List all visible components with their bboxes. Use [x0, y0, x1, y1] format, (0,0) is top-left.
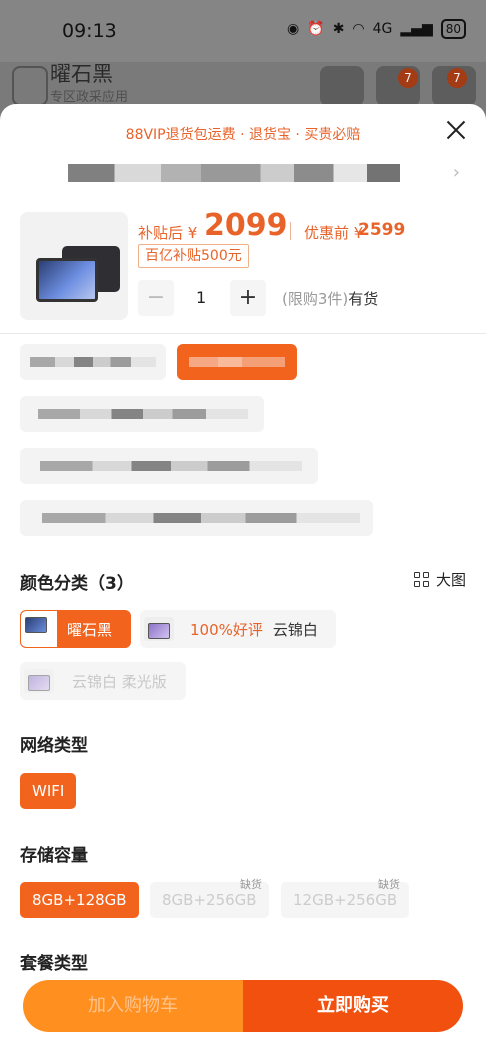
big-picture-toggle[interactable]: 大图	[413, 569, 466, 590]
redacted-text	[38, 409, 248, 419]
package-section-title: 套餐类型	[20, 954, 88, 974]
address-row[interactable]	[68, 164, 400, 182]
quantity-minus-button[interactable]: −	[138, 280, 174, 316]
more-badge: 7	[447, 68, 467, 88]
network-option-wifi[interactable]: WIFI	[20, 773, 77, 809]
redacted-option[interactable]	[20, 448, 318, 484]
background-subtitle: 专区政采应用	[50, 90, 129, 105]
bluetooth-icon: ✱	[332, 21, 345, 37]
original-price-value: 2599	[358, 220, 406, 240]
status-time: 09:13	[62, 20, 117, 42]
close-icon[interactable]	[444, 118, 468, 142]
color-option-label: 云锦白 柔光版	[72, 672, 167, 691]
out-of-stock-tag: 缺货	[378, 878, 400, 891]
color-option-label: 云锦白	[272, 620, 318, 639]
redacted-option[interactable]	[20, 500, 373, 536]
buy-now-button[interactable]: 立即购买	[243, 980, 463, 1032]
price-label: 补贴后 ¥	[138, 224, 198, 242]
redacted-option-selected[interactable]	[177, 344, 297, 380]
alarm-icon: ⏰	[307, 21, 325, 37]
big-picture-label: 大图	[435, 571, 466, 589]
color-section-title: 颜色分类（3）	[20, 574, 134, 594]
storage-option-8-128[interactable]: 8GB+128GB	[20, 882, 139, 918]
subsidy-tag: 百亿补贴500元	[138, 244, 249, 268]
price-divider	[290, 222, 291, 240]
divider	[0, 333, 486, 334]
background-title: 曜石黑	[50, 62, 113, 86]
redacted-text	[40, 461, 302, 471]
color-thumbnail	[21, 611, 57, 647]
signal-label: 4G	[372, 21, 393, 37]
limit-text: (限购3件)	[282, 290, 349, 308]
out-of-stock-tag: 缺货	[240, 878, 262, 891]
status-bar: 09:13 ◉ ⏰ ✱ ◠ 4G ▂▄▆ 80	[0, 0, 486, 62]
redacted-text	[189, 357, 285, 367]
grid-icon	[413, 571, 430, 588]
redacted-text	[42, 513, 360, 523]
cart-badge: 7	[398, 68, 418, 88]
share-button[interactable]	[320, 66, 364, 106]
bottom-action-bar: 加入购物车 立即购买	[23, 980, 463, 1032]
price-value: 2099	[204, 208, 288, 243]
back-button[interactable]	[12, 66, 48, 106]
sku-sheet: 88VIP退货包运费 · 退货宝 · 买贵必赔 › 补贴后 ¥ 2099 优惠前…	[0, 104, 486, 1055]
storage-section-title: 存储容量	[20, 846, 88, 866]
tablet-front-image	[36, 258, 98, 302]
color-thumbnail	[24, 669, 54, 693]
signal-icon: ▂▄▆	[400, 21, 433, 37]
stock-status: 有货	[348, 290, 379, 308]
wifi-icon: ◠	[352, 21, 365, 37]
add-to-cart-button[interactable]: 加入购物车	[23, 980, 243, 1032]
battery-icon: 80	[440, 19, 466, 39]
purchase-limit: (限购3件)有货	[282, 288, 378, 309]
redacted-text	[30, 357, 156, 367]
eye-icon: ◉	[287, 21, 300, 37]
promo-banner: 88VIP退货包运费 · 退货宝 · 买贵必赔	[125, 127, 361, 143]
status-icons: ◉ ⏰ ✱ ◠ 4G ▂▄▆ 80	[287, 19, 466, 39]
quantity-plus-button[interactable]: +	[230, 280, 266, 316]
product-image[interactable]	[20, 212, 128, 320]
rating-badge: 100%好评	[190, 620, 263, 639]
color-option-cloud-white[interactable]: 100%好评 云锦白	[140, 610, 336, 648]
color-thumbnail	[144, 617, 174, 641]
quantity-value[interactable]: 1	[196, 288, 206, 307]
color-option-cloud-white-matte[interactable]: 云锦白 柔光版	[20, 662, 186, 700]
color-option-obsidian-black[interactable]: 曜石黑	[20, 610, 131, 648]
redacted-option[interactable]	[20, 396, 264, 432]
network-section-title: 网络类型	[20, 736, 88, 756]
chevron-right-icon: ›	[452, 162, 460, 183]
redacted-option[interactable]	[20, 344, 166, 380]
original-price-label: 优惠前 ¥	[304, 224, 364, 242]
color-option-label: 曜石黑	[67, 620, 113, 639]
